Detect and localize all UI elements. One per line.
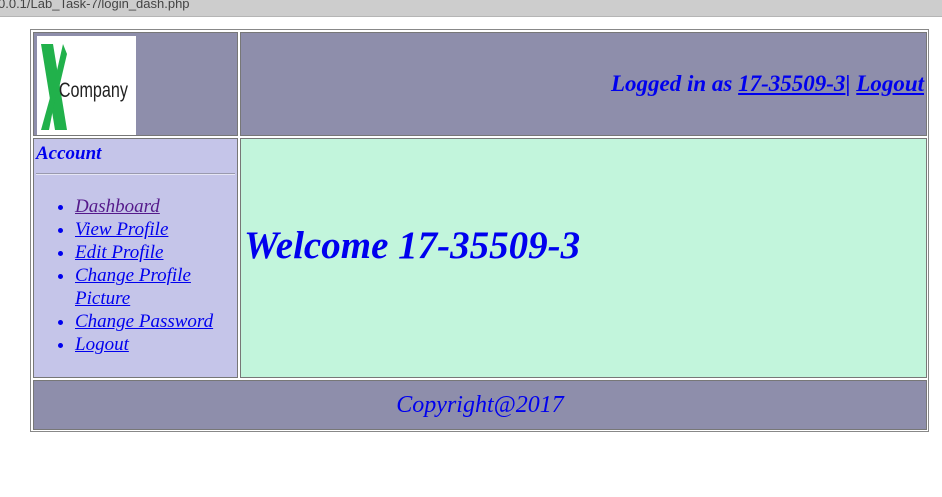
header-logout-link[interactable]: Logout [856,71,924,96]
company-logo: Company [37,36,136,135]
sidebar-logout-link[interactable]: Logout [75,334,129,355]
sidebar-item-dashboard: Dashboard [75,195,225,218]
main-content: Welcome 17-35509-3 [240,138,927,378]
view-profile-link[interactable]: View Profile [75,219,168,240]
username-link[interactable]: 17-35509-3 [738,71,845,96]
sidebar-divider [36,173,235,175]
x-logo-icon: Company [41,44,129,130]
url-text[interactable]: 0.0.1/Lab_Task-7/login_dash.php [0,0,190,11]
logged-in-prefix: Logged in as [610,71,739,96]
edit-profile-link[interactable]: Edit Profile [75,242,163,263]
logo-cell: Company [33,32,238,136]
sidebar-item-change-picture: Change Profile Picture [75,264,225,310]
dashboard-link[interactable]: Dashboard [75,196,160,217]
copyright-text: Copyright@2017 [396,392,564,418]
browser-address-bar[interactable]: 0.0.1/Lab_Task-7/login_dash.php [0,0,942,17]
sidebar-item-change-password: Change Password [75,310,225,333]
login-status: Logged in as 17-35509-3| Logout [611,71,924,97]
footer: Copyright@2017 [33,380,927,430]
change-profile-picture-link[interactable]: Change Profile Picture [75,265,191,309]
sidebar-menu: Dashboard View Profile Edit Profile Chan… [34,195,225,356]
header-cell: Logged in as 17-35509-3| Logout [240,32,927,136]
sidebar: Account Dashboard View Profile Edit Prof… [33,138,238,378]
page-layout-table: Company Logged in as 17-35509-3| Logout … [30,29,929,432]
sidebar-item-edit-profile: Edit Profile [75,241,225,264]
welcome-heading: Welcome 17-35509-3 [244,224,581,267]
sidebar-item-logout: Logout [75,333,225,356]
sidebar-item-view-profile: View Profile [75,218,225,241]
sidebar-title: Account [36,143,102,164]
logo-wordmark: Company [59,78,129,102]
header-separator: | [845,71,851,96]
change-password-link[interactable]: Change Password [75,311,213,332]
